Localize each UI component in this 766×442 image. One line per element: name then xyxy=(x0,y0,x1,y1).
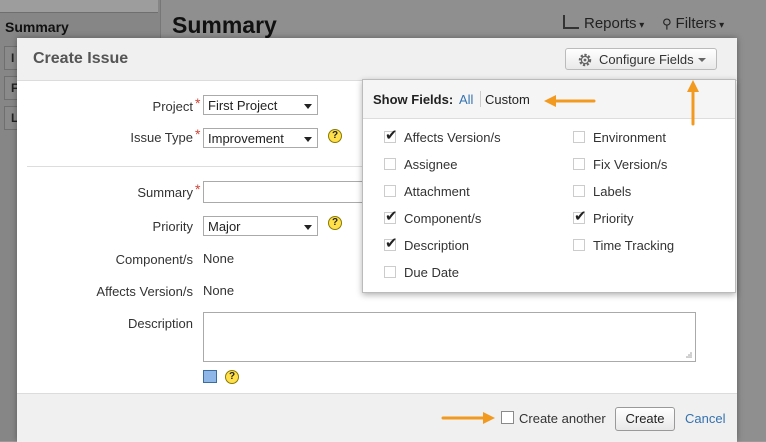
arrowhead xyxy=(687,80,699,92)
arrowhead xyxy=(544,95,556,107)
arrowhead xyxy=(483,412,495,424)
annotation-arrows xyxy=(441,80,699,424)
